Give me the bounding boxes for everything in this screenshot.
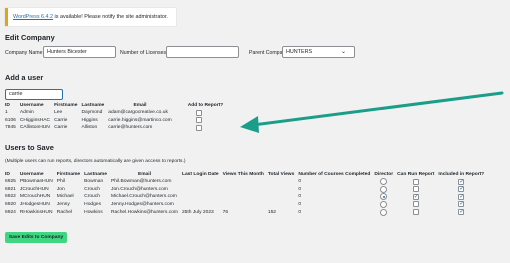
annotation-arrow-icon	[240, 91, 504, 133]
